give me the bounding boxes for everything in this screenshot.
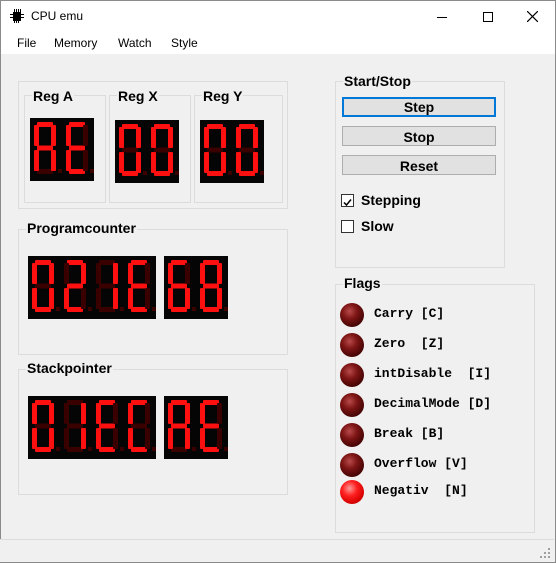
slow-checkbox[interactable]: [341, 220, 354, 233]
reg-y-label: Reg Y: [202, 88, 244, 104]
maximize-icon: [483, 11, 493, 22]
negative-flag-label: Negativ [N]: [374, 483, 468, 498]
programcounter-high-display: [28, 256, 156, 319]
carry-led: [340, 303, 364, 327]
overflow-flag-label: Overflow [V]: [374, 456, 468, 471]
title-bar[interactable]: CPU emu: [1, 1, 555, 32]
programcounter-label: Programcounter: [26, 220, 137, 236]
break-led: [340, 423, 364, 447]
stepping-label: Stepping: [361, 192, 421, 208]
programcounter-low-display: [164, 256, 228, 319]
status-bar: [0, 539, 554, 562]
close-icon: [526, 11, 538, 22]
minimize-icon: [437, 16, 447, 18]
menu-memory[interactable]: Memory: [54, 36, 97, 50]
reg-y-display: [200, 120, 264, 183]
reg-a-display: [30, 118, 94, 181]
stackpointer-low-display: [164, 396, 228, 459]
resize-grip-icon[interactable]: [539, 547, 551, 559]
zero-led: [340, 333, 364, 357]
menu-bar: File Memory Watch Style: [1, 32, 555, 54]
stepping-checkbox[interactable]: [341, 194, 354, 207]
reg-x-label: Reg X: [117, 88, 159, 104]
chip-icon: [10, 9, 24, 23]
reg-x-display: [115, 120, 179, 183]
carry-flag-label: Carry [C]: [374, 306, 445, 321]
reg-a-label: Reg A: [32, 88, 74, 104]
decimal-mode-led: [340, 393, 364, 417]
slow-label: Slow: [361, 218, 394, 234]
break-flag-label: Break [B]: [374, 426, 445, 441]
minimize-button[interactable]: [419, 1, 465, 32]
int-disable-led: [340, 363, 364, 387]
menu-file[interactable]: File: [17, 36, 36, 50]
step-button[interactable]: Step: [342, 97, 496, 117]
window-title: CPU emu: [31, 9, 84, 23]
overflow-led: [340, 453, 364, 477]
reset-button[interactable]: Reset: [342, 155, 496, 175]
decimal-mode-flag-label: DecimalMode [D]: [374, 396, 492, 411]
negative-led: [340, 480, 364, 504]
checkmark-icon: [343, 199, 352, 207]
flags-title: Flags: [343, 275, 382, 291]
menu-watch[interactable]: Watch: [118, 36, 152, 50]
stackpointer-label: Stackpointer: [26, 360, 113, 376]
zero-flag-label: Zero [Z]: [374, 336, 445, 351]
start-stop-title: Start/Stop: [343, 73, 412, 89]
int-disable-flag-label: intDisable [I]: [374, 366, 492, 381]
close-button[interactable]: [509, 1, 555, 32]
stackpointer-high-display: [28, 396, 156, 459]
stop-button[interactable]: Stop: [342, 126, 496, 146]
maximize-button[interactable]: [465, 1, 511, 32]
menu-style[interactable]: Style: [171, 36, 198, 50]
